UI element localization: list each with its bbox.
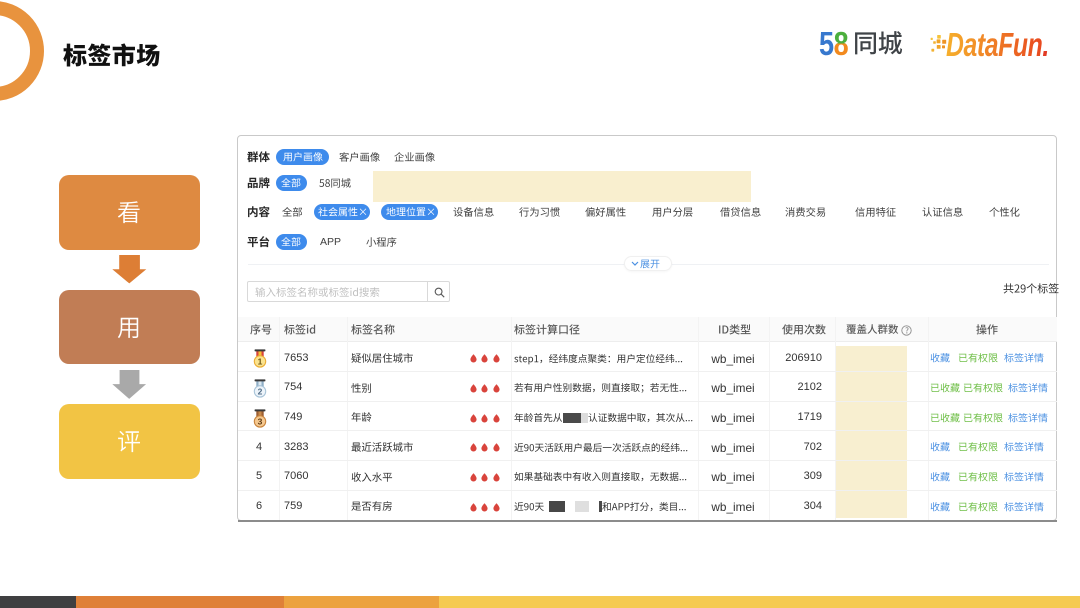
- svg-text:3: 3: [257, 416, 262, 426]
- svg-text:2: 2: [257, 386, 262, 396]
- svg-text:1: 1: [257, 357, 262, 367]
